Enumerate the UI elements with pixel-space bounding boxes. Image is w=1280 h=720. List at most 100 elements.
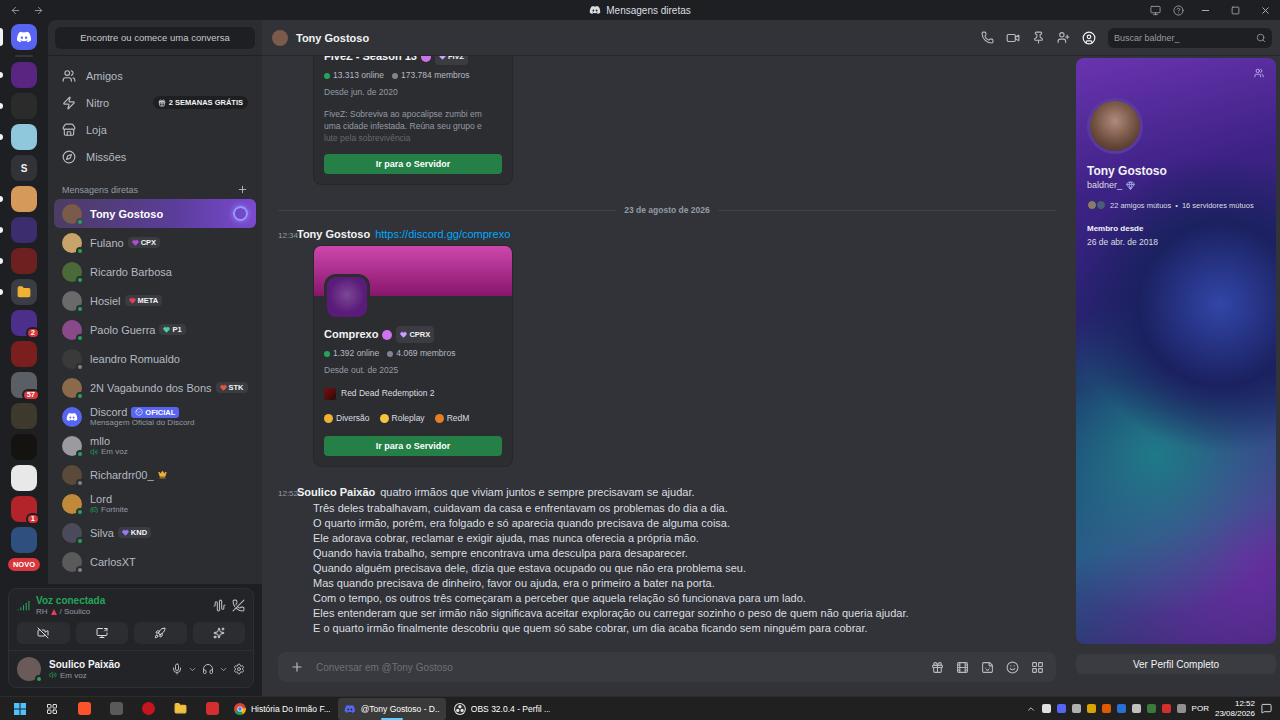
dm-row[interactable]: mlloEm voz (54, 431, 256, 460)
message-input[interactable]: Conversar em @Tony Gostoso (316, 662, 919, 673)
icon-button[interactable] (171, 663, 183, 675)
voice-action-button[interactable] (17, 622, 70, 644)
taskbar-app[interactable] (132, 698, 164, 720)
server-item[interactable]: S (0, 155, 48, 181)
icon-button[interactable] (188, 665, 197, 674)
taskbar-app[interactable] (196, 698, 228, 720)
dm-row[interactable]: Tony Gostoso (54, 199, 256, 228)
back-icon[interactable] (10, 5, 21, 16)
server-item[interactable] (0, 124, 48, 150)
dm-row[interactable]: LordFortnite (54, 489, 256, 518)
icon-button[interactable] (202, 663, 214, 675)
icon-button[interactable] (213, 599, 226, 612)
dm-row[interactable]: DiscordOFICIALMensagem Oficial do Discor… (54, 402, 256, 431)
forward-icon[interactable] (33, 5, 44, 16)
server-item[interactable]: 1 (0, 496, 48, 522)
inbox-icon[interactable] (1150, 5, 1161, 16)
message-link[interactable]: https://discord.gg/comprexo (375, 228, 510, 240)
server-item[interactable] (0, 24, 48, 50)
dm-row[interactable]: CarlosXT (54, 547, 256, 576)
taskbar-app[interactable] (100, 698, 132, 720)
server-item[interactable]: 57 (0, 372, 48, 398)
message[interactable]: 12:34Tony Gostosohttps://discord.gg/comp… (278, 227, 1056, 467)
full-profile-button[interactable]: Ver Perfil Completo (1076, 654, 1276, 674)
icon-button[interactable] (956, 661, 969, 674)
voice-channel[interactable]: RH/ Soulico (36, 607, 207, 616)
mutual-row[interactable]: 22 amigos mútuos•16 servidores mútuos (1087, 200, 1265, 210)
dm-row[interactable]: FulanoCPX (54, 228, 256, 257)
server-item[interactable] (0, 465, 48, 491)
dm-row[interactable]: 2N Vagabundo dos BonsSTK (54, 373, 256, 402)
dm-row[interactable]: Ricardo Barbosa (54, 257, 256, 286)
server-item[interactable] (0, 62, 48, 88)
notifications-icon[interactable] (1261, 703, 1272, 714)
voice-action-button[interactable] (134, 622, 187, 644)
icon-button[interactable] (1006, 661, 1019, 674)
server-item[interactable] (0, 93, 48, 119)
icon-button[interactable] (981, 661, 994, 674)
help-icon[interactable] (1173, 5, 1184, 16)
server-item[interactable] (0, 403, 48, 429)
icon-button[interactable] (931, 661, 944, 674)
icon-button[interactable] (219, 665, 228, 674)
message-author[interactable]: Soulico Paixão (297, 486, 375, 498)
icon-button[interactable] (1031, 661, 1044, 674)
voice-action-button[interactable] (76, 622, 129, 644)
tray-icon[interactable] (1102, 704, 1111, 713)
message-author[interactable]: Tony Gostoso (297, 228, 370, 240)
tray-icon[interactable] (1162, 704, 1171, 713)
nav-item[interactable]: Nitro2 SEMANAS GRÁTIS (54, 89, 256, 116)
server-item[interactable] (0, 434, 48, 460)
voice-action-button[interactable] (193, 622, 246, 644)
create-dm-button[interactable] (237, 184, 248, 195)
window-button[interactable] (1226, 1, 1244, 19)
icon-button[interactable] (290, 660, 304, 674)
join-server-button[interactable]: Ir para o Servidor (324, 436, 502, 456)
dm-row[interactable]: leandro Romualdo (54, 344, 256, 373)
taskbar-app[interactable] (4, 698, 36, 720)
tray-icon[interactable] (1132, 704, 1141, 713)
taskbar-window[interactable]: OBS 32.0.4 - Perfil ... (448, 698, 556, 720)
server-item[interactable] (0, 217, 48, 243)
icon-button[interactable] (1057, 31, 1070, 44)
tray-expand-icon[interactable] (1026, 704, 1036, 714)
message[interactable]: 12:52Soulico Paixãoquatro irmãos que viv… (278, 485, 1056, 636)
taskbar-app[interactable] (68, 698, 100, 720)
profile-corner-button[interactable] (1254, 68, 1264, 78)
input-language[interactable]: POR (1192, 704, 1209, 713)
tray-icon[interactable] (1057, 704, 1066, 713)
icon-button[interactable] (1006, 31, 1020, 45)
server-item[interactable] (0, 248, 48, 274)
taskbar-window[interactable]: @Tony Gostoso - D... (338, 698, 446, 720)
tray-icon[interactable] (1087, 704, 1096, 713)
taskbar-app[interactable] (164, 698, 196, 720)
dm-row[interactable]: Richardrr00_ (54, 460, 256, 489)
join-server-button[interactable]: Ir para o Servidor (324, 154, 502, 174)
icon-button[interactable] (233, 663, 245, 675)
header-search[interactable]: Buscar baldner_ (1108, 28, 1272, 48)
tray-icon[interactable] (1117, 704, 1126, 713)
nav-item[interactable]: Loja (54, 116, 256, 143)
icon-button[interactable] (1032, 31, 1045, 44)
server-item[interactable] (0, 186, 48, 212)
server-item[interactable]: 2 (0, 310, 48, 336)
window-button[interactable] (1196, 1, 1214, 19)
clock[interactable]: 12:5223/08/2026 (1215, 699, 1255, 719)
dm-row[interactable]: SilvaKND (54, 518, 256, 547)
icon-button[interactable] (1082, 31, 1096, 45)
tray-icon[interactable] (1177, 704, 1186, 713)
server-item[interactable] (0, 279, 48, 305)
server-item[interactable] (0, 527, 48, 553)
find-conversation-button[interactable]: Encontre ou comece uma conversa (55, 27, 255, 49)
icon-button[interactable] (232, 599, 245, 612)
windows-start-icon[interactable] (14, 703, 26, 715)
tray-icon[interactable] (1147, 704, 1156, 713)
server-item[interactable] (0, 341, 48, 367)
icon-button[interactable] (981, 31, 994, 44)
taskbar-window[interactable]: História Do Irmão F... (228, 698, 336, 720)
nav-item[interactable]: Missões (54, 143, 256, 170)
dm-row[interactable]: Paolo GuerraP1 (54, 315, 256, 344)
tray-icon[interactable] (1072, 704, 1081, 713)
message[interactable]: FiveZ - Season 13FIVZ13.313 online173.78… (278, 56, 1056, 185)
tray-icon[interactable] (1042, 704, 1051, 713)
